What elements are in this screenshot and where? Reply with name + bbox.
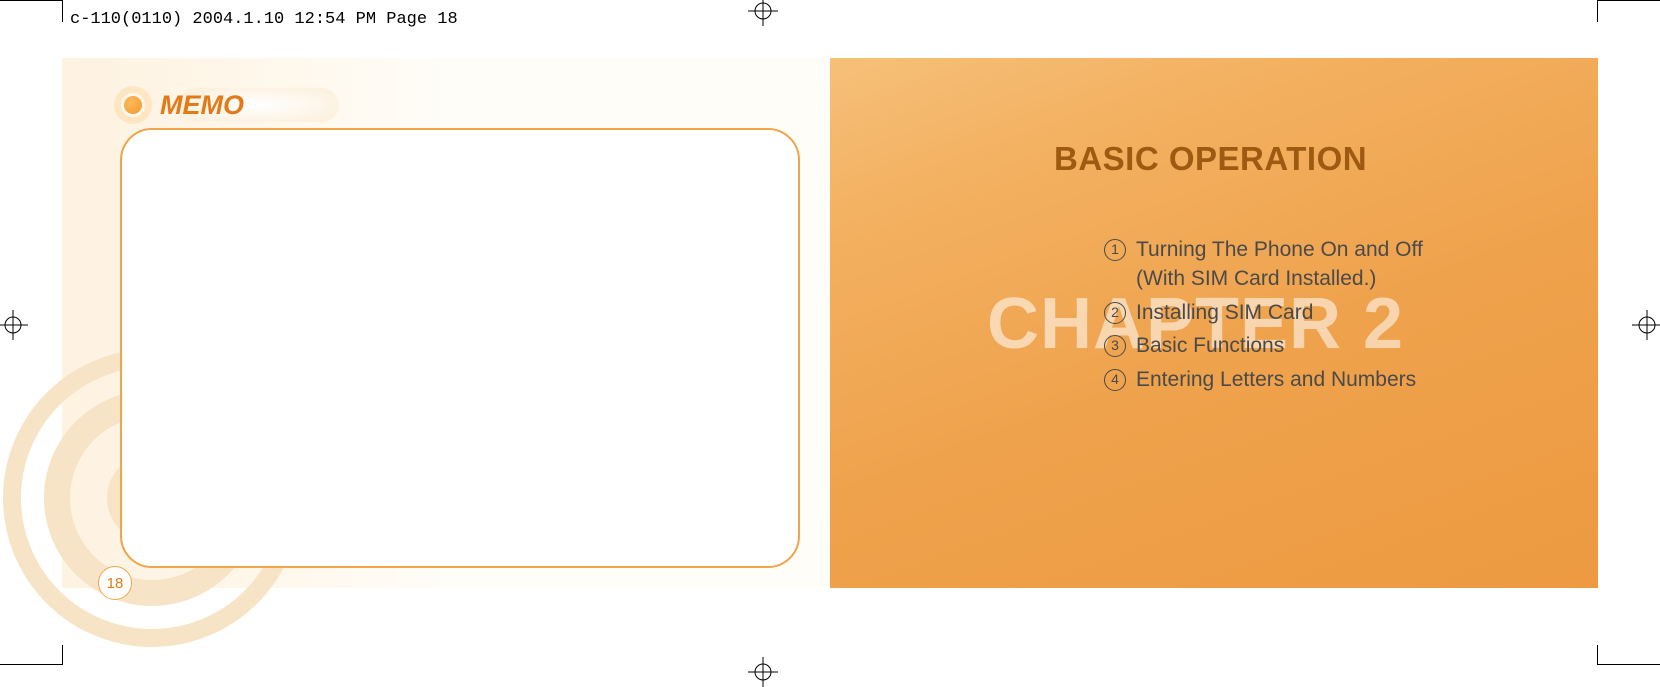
spread: MEMO 18 BASIC OPERATION CHAPTER 2 1 Turn… [62, 58, 1598, 588]
registration-mark-icon [0, 310, 28, 340]
memo-box [120, 128, 800, 568]
toc-item: 1 Turning The Phone On and Off(With SIM … [1104, 235, 1558, 294]
memo-label: MEMO [160, 90, 244, 121]
toc-number-icon: 4 [1104, 369, 1126, 391]
toc-number-icon: 2 [1104, 302, 1126, 324]
toc-number-icon: 3 [1104, 335, 1126, 357]
toc-text: Installing SIM Card [1136, 298, 1558, 327]
toc-item: 3 Basic Functions [1104, 331, 1558, 360]
crop-mark [0, 0, 62, 1]
memo-badge: MEMO [114, 86, 244, 124]
crop-mark [62, 645, 63, 665]
crop-mark [0, 664, 62, 665]
toc-item: 4 Entering Letters and Numbers [1104, 365, 1558, 394]
toc-item: 2 Installing SIM Card [1104, 298, 1558, 327]
page-number: 18 [98, 566, 132, 600]
right-page: BASIC OPERATION CHAPTER 2 1 Turning The … [830, 58, 1598, 588]
toc-text: Turning The Phone On and Off(With SIM Ca… [1136, 235, 1558, 294]
crop-mark [62, 0, 63, 22]
crop-mark [1598, 664, 1660, 665]
crop-mark [1597, 0, 1598, 22]
registration-mark-icon [748, 657, 778, 687]
chapter-title: BASIC OPERATION [1054, 140, 1367, 178]
registration-mark-icon [1632, 310, 1660, 340]
toc-text: Entering Letters and Numbers [1136, 365, 1558, 394]
crop-mark [1597, 645, 1598, 665]
crop-mark [1598, 0, 1660, 1]
registration-mark-icon [748, 0, 778, 26]
left-page: MEMO 18 [62, 58, 830, 588]
imposition-header: c-110(0110) 2004.1.10 12:54 PM Page 18 [70, 10, 458, 29]
chapter-toc: 1 Turning The Phone On and Off(With SIM … [1104, 235, 1558, 398]
toc-number-icon: 1 [1104, 239, 1126, 261]
toc-text: Basic Functions [1136, 331, 1558, 360]
memo-dot-icon [114, 86, 152, 124]
